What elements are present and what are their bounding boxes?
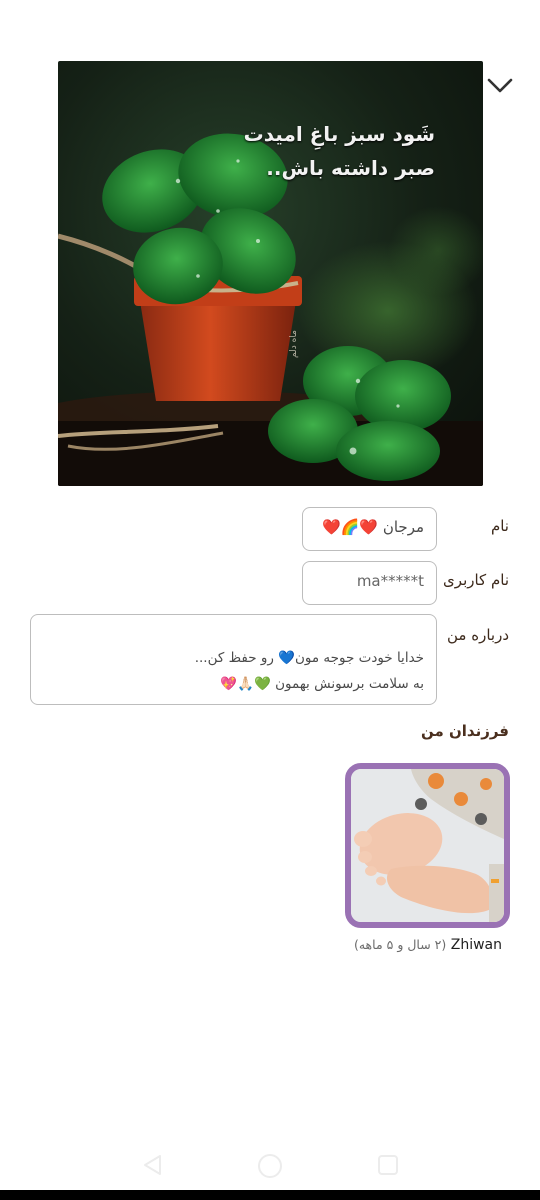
username-label: نام کاربری — [443, 571, 509, 589]
child-photo — [351, 769, 504, 922]
cover-caption-line1: شَود سبز باغِ امیدت — [243, 122, 435, 146]
back-button[interactable] — [140, 1152, 166, 1182]
cover-caption-line2: صبر داشته باش.. — [266, 156, 435, 180]
child-caption: Zhiwan (۲ سال و ۵ ماهه) — [354, 937, 502, 953]
name-label: نام — [490, 517, 509, 535]
collapse-button[interactable] — [482, 70, 518, 102]
screen-bottom-edge — [0, 1190, 540, 1200]
home-button[interactable] — [256, 1152, 284, 1184]
about-label: درباره من — [447, 626, 509, 644]
about-field[interactable]: خدایا خودت جوجه مون💙 رو حفظ کن... به سلا… — [30, 614, 437, 705]
recents-square-icon — [378, 1155, 398, 1175]
system-navigation-bar — [0, 1140, 540, 1190]
back-triangle-icon — [144, 1155, 161, 1175]
name-field[interactable]: مرجان ❤️🌈❤️ — [302, 507, 437, 551]
child-name: Zhiwan — [450, 937, 502, 953]
username-value: ma*****t — [356, 572, 424, 590]
cover-image: شَود سبز باغِ امیدت صبر داشته باش.. ماه … — [58, 61, 483, 486]
child-age: (۲ سال و ۵ ماهه) — [353, 937, 447, 952]
child-card[interactable] — [345, 763, 510, 928]
name-value: مرجان ❤️🌈❤️ — [322, 518, 424, 536]
recents-button[interactable] — [376, 1152, 400, 1182]
about-line-1: خدایا خودت جوجه مون💙 رو حفظ کن... — [194, 650, 424, 666]
about-line-2: به سلامت برسونش بهمون 💚🙏🏻💖 — [220, 676, 424, 692]
cover-signature: ماه دلم — [288, 330, 299, 358]
children-section-title: فرزندان من — [420, 722, 509, 740]
home-circle-icon — [258, 1154, 282, 1178]
username-field[interactable]: ma*****t — [302, 561, 437, 605]
chevron-down-icon — [487, 78, 513, 93]
cover-caption: شَود سبز باغِ امیدت صبر داشته باش.. — [244, 117, 435, 185]
